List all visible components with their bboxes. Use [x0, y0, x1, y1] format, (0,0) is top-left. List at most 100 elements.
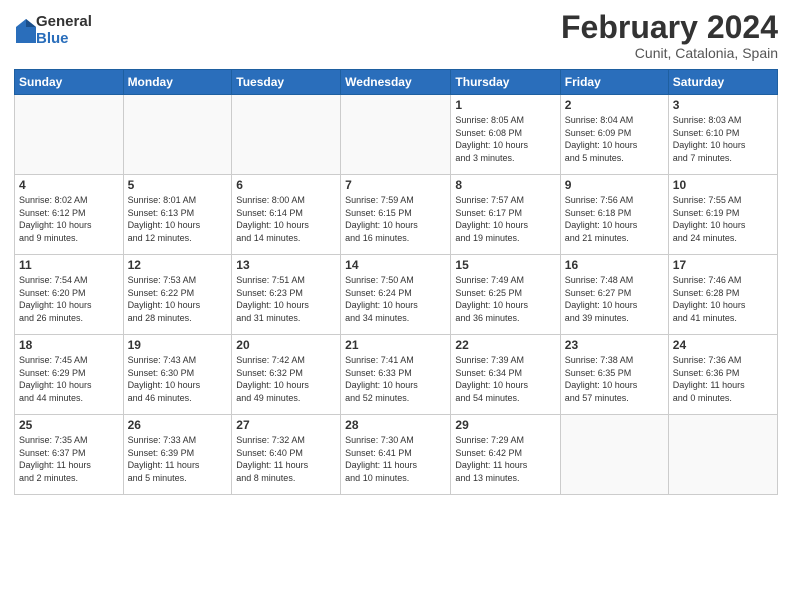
day-number: 26 — [128, 418, 228, 432]
header-friday: Friday — [560, 70, 668, 95]
day-info: Sunrise: 7:41 AM Sunset: 6:33 PM Dayligh… — [345, 354, 446, 404]
day-number: 27 — [236, 418, 336, 432]
day-number: 1 — [455, 98, 555, 112]
day-number: 18 — [19, 338, 119, 352]
calendar-day-cell — [560, 415, 668, 495]
day-info: Sunrise: 7:35 AM Sunset: 6:37 PM Dayligh… — [19, 434, 119, 484]
calendar-day-cell: 20 Sunrise: 7:42 AM Sunset: 6:32 PM Dayli… — [232, 335, 341, 415]
day-number: 29 — [455, 418, 555, 432]
day-number: 20 — [236, 338, 336, 352]
header: General Blue February 2024 Cunit, Catalo… — [14, 10, 778, 61]
day-info: Sunrise: 7:50 AM Sunset: 6:24 PM Dayligh… — [345, 274, 446, 324]
location-subtitle: Cunit, Catalonia, Spain — [561, 45, 778, 61]
calendar-day-cell: 19 Sunrise: 7:43 AM Sunset: 6:30 PM Dayli… — [123, 335, 232, 415]
day-info: Sunrise: 7:39 AM Sunset: 6:34 PM Dayligh… — [455, 354, 555, 404]
calendar-day-cell: 13 Sunrise: 7:51 AM Sunset: 6:23 PM Dayli… — [232, 255, 341, 335]
day-number: 4 — [19, 178, 119, 192]
page-container: General Blue February 2024 Cunit, Catalo… — [0, 0, 792, 505]
calendar-day-cell: 14 Sunrise: 7:50 AM Sunset: 6:24 PM Dayli… — [341, 255, 451, 335]
day-number: 12 — [128, 258, 228, 272]
day-info: Sunrise: 7:46 AM Sunset: 6:28 PM Dayligh… — [673, 274, 773, 324]
calendar-day-cell — [668, 415, 777, 495]
calendar-day-cell: 27 Sunrise: 7:32 AM Sunset: 6:40 PM Dayli… — [232, 415, 341, 495]
day-number: 24 — [673, 338, 773, 352]
header-thursday: Thursday — [451, 70, 560, 95]
day-number: 16 — [565, 258, 664, 272]
day-number: 9 — [565, 178, 664, 192]
calendar-day-cell: 12 Sunrise: 7:53 AM Sunset: 6:22 PM Dayli… — [123, 255, 232, 335]
calendar-week-row: 25 Sunrise: 7:35 AM Sunset: 6:37 PM Dayli… — [15, 415, 778, 495]
calendar-day-cell: 6 Sunrise: 8:00 AM Sunset: 6:14 PM Daylig… — [232, 175, 341, 255]
day-info: Sunrise: 7:54 AM Sunset: 6:20 PM Dayligh… — [19, 274, 119, 324]
logo-general: General — [36, 14, 92, 31]
calendar-day-cell: 22Sunrise: 7:39 AM Sunset: 6:34 PM Dayli… — [451, 335, 560, 415]
day-info: Sunrise: 7:53 AM Sunset: 6:22 PM Dayligh… — [128, 274, 228, 324]
day-info: Sunrise: 7:57 AM Sunset: 6:17 PM Dayligh… — [455, 194, 555, 244]
calendar-day-cell: 23Sunrise: 7:38 AM Sunset: 6:35 PM Dayli… — [560, 335, 668, 415]
day-info: Sunrise: 8:04 AM Sunset: 6:09 PM Dayligh… — [565, 114, 664, 164]
calendar-day-cell: 28Sunrise: 7:30 AM Sunset: 6:41 PM Dayli… — [341, 415, 451, 495]
day-number: 28 — [345, 418, 446, 432]
title-block: February 2024 Cunit, Catalonia, Spain — [561, 10, 778, 61]
day-info: Sunrise: 7:43 AM Sunset: 6:30 PM Dayligh… — [128, 354, 228, 404]
calendar-day-cell — [341, 95, 451, 175]
calendar-week-row: 18 Sunrise: 7:45 AM Sunset: 6:29 PM Dayli… — [15, 335, 778, 415]
calendar-day-cell: 4 Sunrise: 8:02 AM Sunset: 6:12 PM Daylig… — [15, 175, 124, 255]
day-info: Sunrise: 7:45 AM Sunset: 6:29 PM Dayligh… — [19, 354, 119, 404]
logo: General Blue — [14, 14, 92, 47]
day-number: 6 — [236, 178, 336, 192]
header-saturday: Saturday — [668, 70, 777, 95]
calendar-table: Sunday Monday Tuesday Wednesday Thursday… — [14, 69, 778, 495]
day-info: Sunrise: 8:00 AM Sunset: 6:14 PM Dayligh… — [236, 194, 336, 244]
day-info: Sunrise: 7:32 AM Sunset: 6:40 PM Dayligh… — [236, 434, 336, 484]
logo-blue: Blue — [36, 31, 92, 48]
logo-text: General Blue — [36, 14, 92, 47]
day-info: Sunrise: 7:55 AM Sunset: 6:19 PM Dayligh… — [673, 194, 773, 244]
day-info: Sunrise: 7:59 AM Sunset: 6:15 PM Dayligh… — [345, 194, 446, 244]
calendar-day-cell: 21 Sunrise: 7:41 AM Sunset: 6:33 PM Dayli… — [341, 335, 451, 415]
day-info: Sunrise: 7:29 AM Sunset: 6:42 PM Dayligh… — [455, 434, 555, 484]
calendar-day-cell: 24 Sunrise: 7:36 AM Sunset: 6:36 PM Dayli… — [668, 335, 777, 415]
day-info: Sunrise: 8:01 AM Sunset: 6:13 PM Dayligh… — [128, 194, 228, 244]
day-number: 25 — [19, 418, 119, 432]
day-number: 19 — [128, 338, 228, 352]
day-number: 21 — [345, 338, 446, 352]
day-number: 13 — [236, 258, 336, 272]
calendar-day-cell: 11 Sunrise: 7:54 AM Sunset: 6:20 PM Dayli… — [15, 255, 124, 335]
day-info: Sunrise: 7:33 AM Sunset: 6:39 PM Dayligh… — [128, 434, 228, 484]
day-info: Sunrise: 7:56 AM Sunset: 6:18 PM Dayligh… — [565, 194, 664, 244]
calendar-day-cell: 29 Sunrise: 7:29 AM Sunset: 6:42 PM Dayli… — [451, 415, 560, 495]
day-info: Sunrise: 8:05 AM Sunset: 6:08 PM Dayligh… — [455, 114, 555, 164]
calendar-day-cell: 7Sunrise: 7:59 AM Sunset: 6:15 PM Daylig… — [341, 175, 451, 255]
calendar-week-row: 4 Sunrise: 8:02 AM Sunset: 6:12 PM Daylig… — [15, 175, 778, 255]
calendar-week-row: 1 Sunrise: 8:05 AM Sunset: 6:08 PM Daylig… — [15, 95, 778, 175]
day-info: Sunrise: 7:51 AM Sunset: 6:23 PM Dayligh… — [236, 274, 336, 324]
calendar-day-cell: 16Sunrise: 7:48 AM Sunset: 6:27 PM Dayli… — [560, 255, 668, 335]
calendar-day-cell: 17 Sunrise: 7:46 AM Sunset: 6:28 PM Dayli… — [668, 255, 777, 335]
header-sunday: Sunday — [15, 70, 124, 95]
calendar-day-cell: 25 Sunrise: 7:35 AM Sunset: 6:37 PM Dayli… — [15, 415, 124, 495]
header-monday: Monday — [123, 70, 232, 95]
header-tuesday: Tuesday — [232, 70, 341, 95]
logo-icon — [16, 19, 36, 43]
month-year-title: February 2024 — [561, 10, 778, 45]
calendar-day-cell: 1 Sunrise: 8:05 AM Sunset: 6:08 PM Daylig… — [451, 95, 560, 175]
calendar-day-cell — [123, 95, 232, 175]
calendar-day-cell: 8Sunrise: 7:57 AM Sunset: 6:17 PM Daylig… — [451, 175, 560, 255]
calendar-day-cell: 3 Sunrise: 8:03 AM Sunset: 6:10 PM Daylig… — [668, 95, 777, 175]
day-number: 14 — [345, 258, 446, 272]
calendar-day-cell: 2 Sunrise: 8:04 AM Sunset: 6:09 PM Daylig… — [560, 95, 668, 175]
calendar-day-cell: 5Sunrise: 8:01 AM Sunset: 6:13 PM Daylig… — [123, 175, 232, 255]
calendar-day-cell: 10Sunrise: 7:55 AM Sunset: 6:19 PM Dayli… — [668, 175, 777, 255]
day-info: Sunrise: 7:36 AM Sunset: 6:36 PM Dayligh… — [673, 354, 773, 404]
day-info: Sunrise: 7:42 AM Sunset: 6:32 PM Dayligh… — [236, 354, 336, 404]
day-number: 3 — [673, 98, 773, 112]
day-number: 11 — [19, 258, 119, 272]
day-number: 2 — [565, 98, 664, 112]
day-info: Sunrise: 8:03 AM Sunset: 6:10 PM Dayligh… — [673, 114, 773, 164]
day-info: Sunrise: 8:02 AM Sunset: 6:12 PM Dayligh… — [19, 194, 119, 244]
day-number: 23 — [565, 338, 664, 352]
calendar-day-cell — [232, 95, 341, 175]
day-number: 15 — [455, 258, 555, 272]
day-number: 17 — [673, 258, 773, 272]
